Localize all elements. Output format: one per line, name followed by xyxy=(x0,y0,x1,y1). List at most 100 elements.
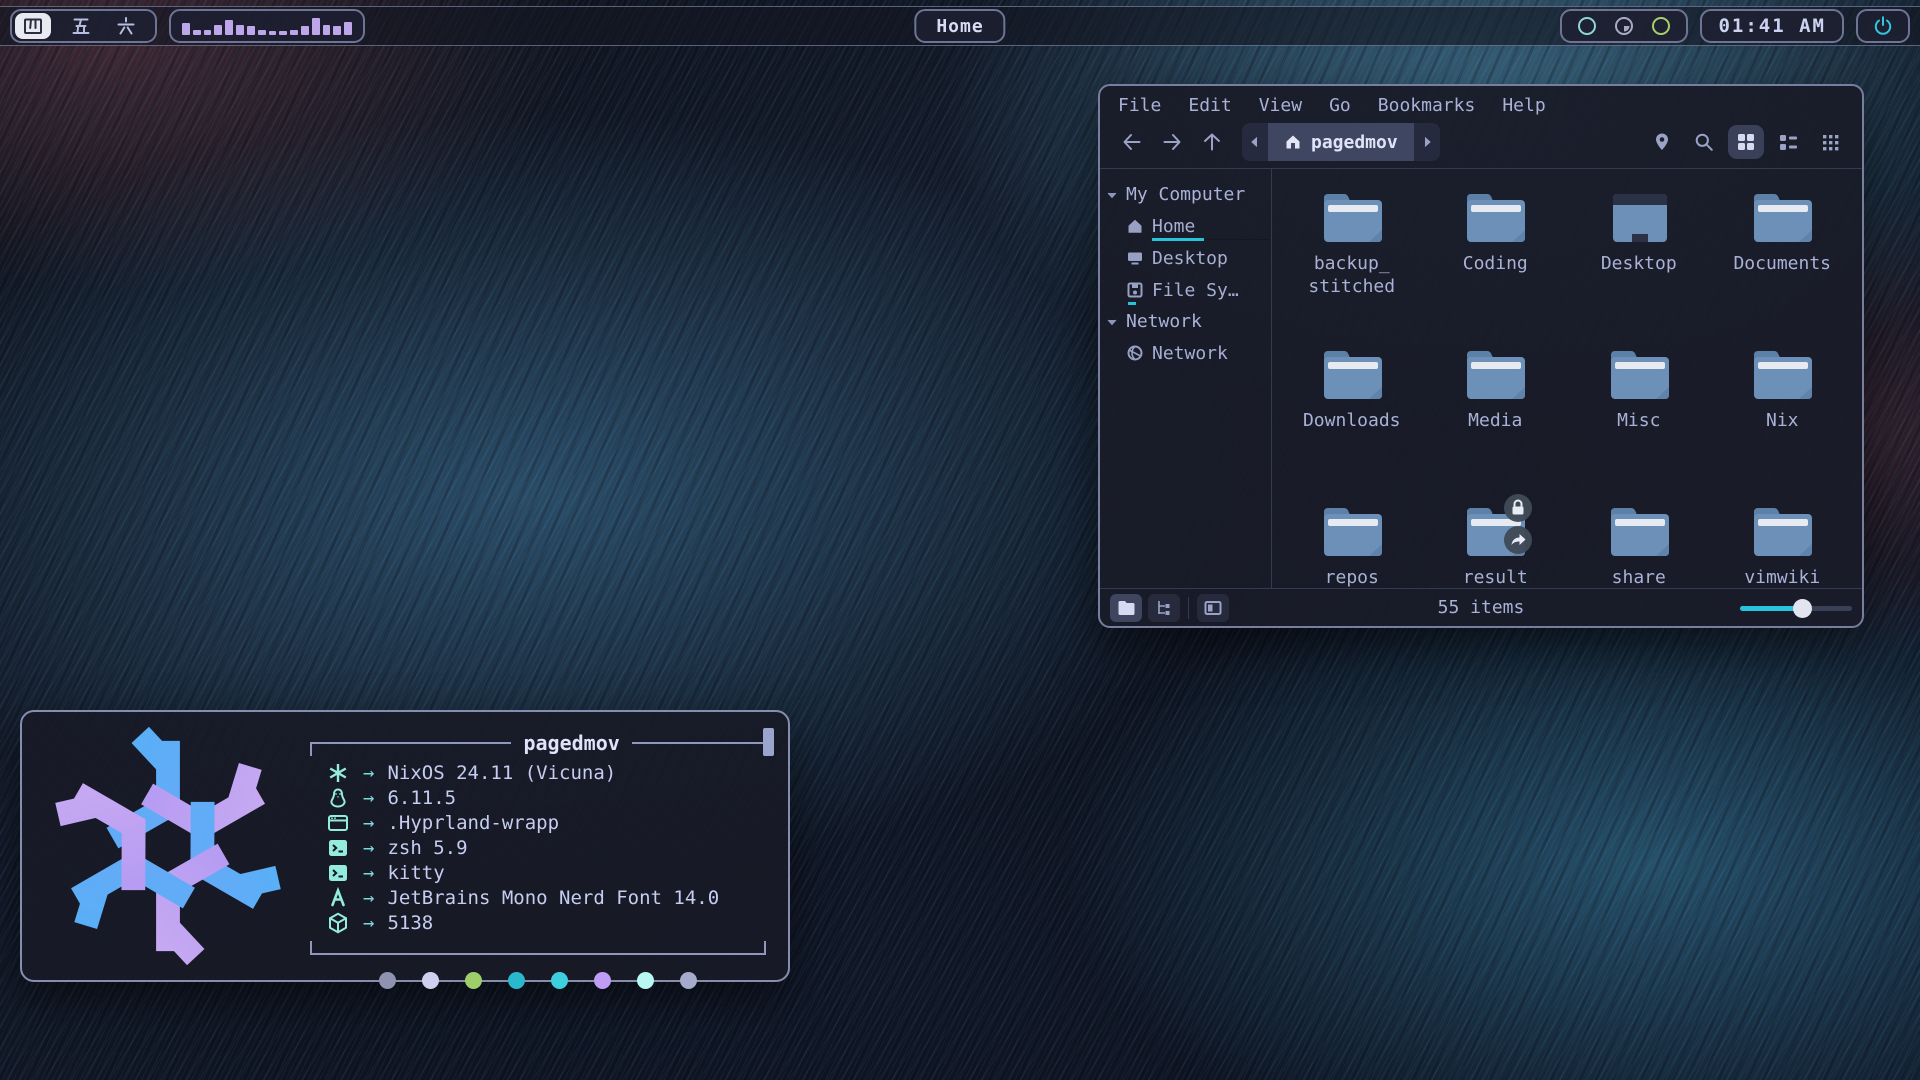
breadcrumb-next-icon[interactable] xyxy=(1414,123,1440,161)
folder-icon xyxy=(1321,503,1383,557)
location-pin-button[interactable] xyxy=(1644,125,1680,159)
folder-repos[interactable]: repos xyxy=(1280,495,1424,652)
arrow-icon: → xyxy=(363,912,374,934)
forward-button[interactable] xyxy=(1154,125,1190,159)
folder-Media[interactable]: Media xyxy=(1424,338,1568,495)
sidebar-item-desktop[interactable]: Desktop xyxy=(1106,242,1265,274)
desktop-icon xyxy=(1126,249,1144,267)
menu-bookmarks[interactable]: Bookmarks xyxy=(1378,95,1476,116)
palette-dot-5 xyxy=(551,972,568,989)
grid-view-button[interactable] xyxy=(1728,125,1764,159)
folder-icon xyxy=(1608,346,1670,400)
folder-Documents[interactable]: Documents xyxy=(1711,181,1855,338)
visualizer-bar xyxy=(225,20,233,35)
workspace-1[interactable] xyxy=(15,13,51,39)
folder-Downloads[interactable]: Downloads xyxy=(1280,338,1424,495)
audio-visualizer xyxy=(169,9,365,43)
emblem-lock-icon xyxy=(1503,493,1533,523)
search-button[interactable] xyxy=(1686,125,1722,159)
list-view-button[interactable] xyxy=(1770,125,1806,159)
menu-view[interactable]: View xyxy=(1259,95,1302,116)
folder-vimwiki[interactable]: vimwiki xyxy=(1711,495,1855,652)
places-pane-button[interactable] xyxy=(1110,594,1142,622)
visualizer-bar xyxy=(344,22,352,35)
fetch-frame-top: pagedmov xyxy=(310,730,766,756)
folder-Coding[interactable]: Coding xyxy=(1424,181,1568,338)
folder-label: share xyxy=(1612,566,1666,589)
window-icon xyxy=(326,811,350,835)
folder-share[interactable]: share xyxy=(1567,495,1711,652)
visualizer-bar xyxy=(247,26,255,35)
folder-icon xyxy=(1464,346,1526,400)
arrow-icon: → xyxy=(363,762,374,784)
folder-grid: backup_stitched Coding Desktop Documents… xyxy=(1272,169,1862,588)
toolbar: pagedmov xyxy=(1100,118,1862,168)
arrow-icon: → xyxy=(363,837,374,859)
folder-label: Media xyxy=(1468,409,1522,432)
folder-result[interactable]: result xyxy=(1424,495,1568,652)
sidebar-item-file-sy-[interactable]: File Sy… xyxy=(1106,274,1265,306)
visualizer-bar xyxy=(258,30,266,35)
sidebar-section-my-computer[interactable]: My Computer xyxy=(1106,179,1265,210)
sidebar-item-network[interactable]: Network xyxy=(1106,337,1265,369)
arrow-icon: → xyxy=(363,862,374,884)
folder-icon xyxy=(1464,503,1526,557)
file-manager-window: File Edit View Go Bookmarks Help pagedmov My … xyxy=(1098,84,1864,628)
menu-go[interactable]: Go xyxy=(1329,95,1351,116)
desktop-folder-icon xyxy=(1608,189,1670,243)
zoom-slider-thumb[interactable] xyxy=(1793,599,1812,618)
status-bar: 55 items xyxy=(1100,588,1862,626)
sidebar-section-network[interactable]: Network xyxy=(1106,306,1265,337)
folder-icon xyxy=(1608,503,1670,557)
folder-label: Desktop xyxy=(1601,252,1677,275)
tree-pane-button[interactable] xyxy=(1148,594,1180,622)
workspace-switcher xyxy=(10,9,157,43)
menu-file[interactable]: File xyxy=(1118,95,1161,116)
breadcrumb-segment-home[interactable]: pagedmov xyxy=(1268,123,1414,161)
up-button[interactable] xyxy=(1194,125,1230,159)
workspace-2[interactable] xyxy=(66,13,96,39)
back-button[interactable] xyxy=(1114,125,1150,159)
fetch-hostname: pagedmov xyxy=(511,730,631,756)
breadcrumb: pagedmov xyxy=(1242,123,1440,161)
palette-dot-3 xyxy=(465,972,482,989)
fetch-frame-bottom xyxy=(310,941,766,955)
folder-Desktop[interactable]: Desktop xyxy=(1567,181,1711,338)
folder-Misc[interactable]: Misc xyxy=(1567,338,1711,495)
fetch-row-os: → NixOS 24.11 (Vicuna) xyxy=(326,760,766,785)
visualizer-bar xyxy=(236,25,244,35)
zoom-slider[interactable] xyxy=(1740,598,1852,618)
emblem-share-icon xyxy=(1503,525,1533,555)
active-window-title: Home xyxy=(914,9,1005,43)
menu-help[interactable]: Help xyxy=(1502,95,1545,116)
globe-icon xyxy=(1126,344,1144,362)
folder-icon xyxy=(1321,346,1383,400)
folder-label: Misc xyxy=(1617,409,1660,432)
fetch-row-kernel: → 6.11.5 xyxy=(326,785,766,810)
palette-dot-1 xyxy=(379,972,396,989)
folder-backup_stitched[interactable]: backup_stitched xyxy=(1280,181,1424,338)
arrow-icon: → xyxy=(363,812,374,834)
gauge-ring-1-icon xyxy=(1575,14,1599,38)
palette-dot-2 xyxy=(422,972,439,989)
fetch-row-packages: → 5138 xyxy=(326,910,766,935)
workspace-3[interactable] xyxy=(111,13,141,39)
folder-icon xyxy=(1751,503,1813,557)
breadcrumb-prev-icon[interactable] xyxy=(1242,123,1268,161)
menu-edit[interactable]: Edit xyxy=(1188,95,1231,116)
visualizer-bar xyxy=(214,25,222,35)
folder-label: backup_stitched xyxy=(1282,252,1422,299)
folder-label: Downloads xyxy=(1303,409,1401,432)
home-icon xyxy=(1126,217,1144,235)
sidebar-item-home[interactable]: Home xyxy=(1106,210,1265,242)
terminal-cursor xyxy=(763,728,774,756)
arrow-icon: → xyxy=(363,887,374,909)
chevron-down-icon xyxy=(1106,316,1118,328)
compact-view-button[interactable] xyxy=(1812,125,1848,159)
chevron-down-icon xyxy=(1106,189,1118,201)
toggle-side-pane-button[interactable] xyxy=(1197,594,1229,622)
terminal-icon xyxy=(326,861,350,885)
top-bar: Home 01:41 AM xyxy=(0,6,1920,46)
power-button[interactable] xyxy=(1856,9,1910,43)
folder-Nix[interactable]: Nix xyxy=(1711,338,1855,495)
